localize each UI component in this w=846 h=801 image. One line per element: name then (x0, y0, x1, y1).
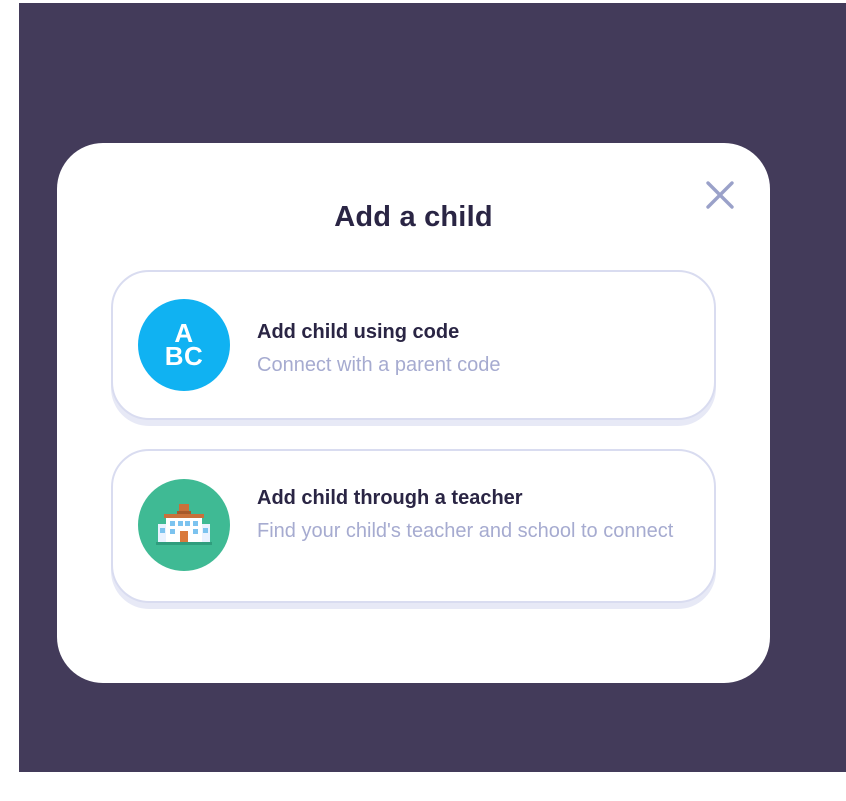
dialog-title: Add a child (334, 201, 493, 233)
add-child-through-teacher-option[interactable]: Add child through a teacher Find your ch… (111, 449, 716, 603)
option-subtitle: Find your child's teacher and school to … (257, 520, 674, 542)
abc-letters-icon: A BC (138, 299, 230, 391)
option-title: Add child through a teacher (257, 487, 523, 509)
add-child-using-code-option[interactable]: A BC Add child using code Connect with a … (111, 270, 716, 420)
option-title: Add child using code (257, 321, 460, 343)
option-subtitle: Connect with a parent code (257, 354, 501, 376)
school-building-icon (138, 479, 230, 571)
add-child-dialog: Add a child A BC Add child using code Con… (57, 143, 770, 683)
